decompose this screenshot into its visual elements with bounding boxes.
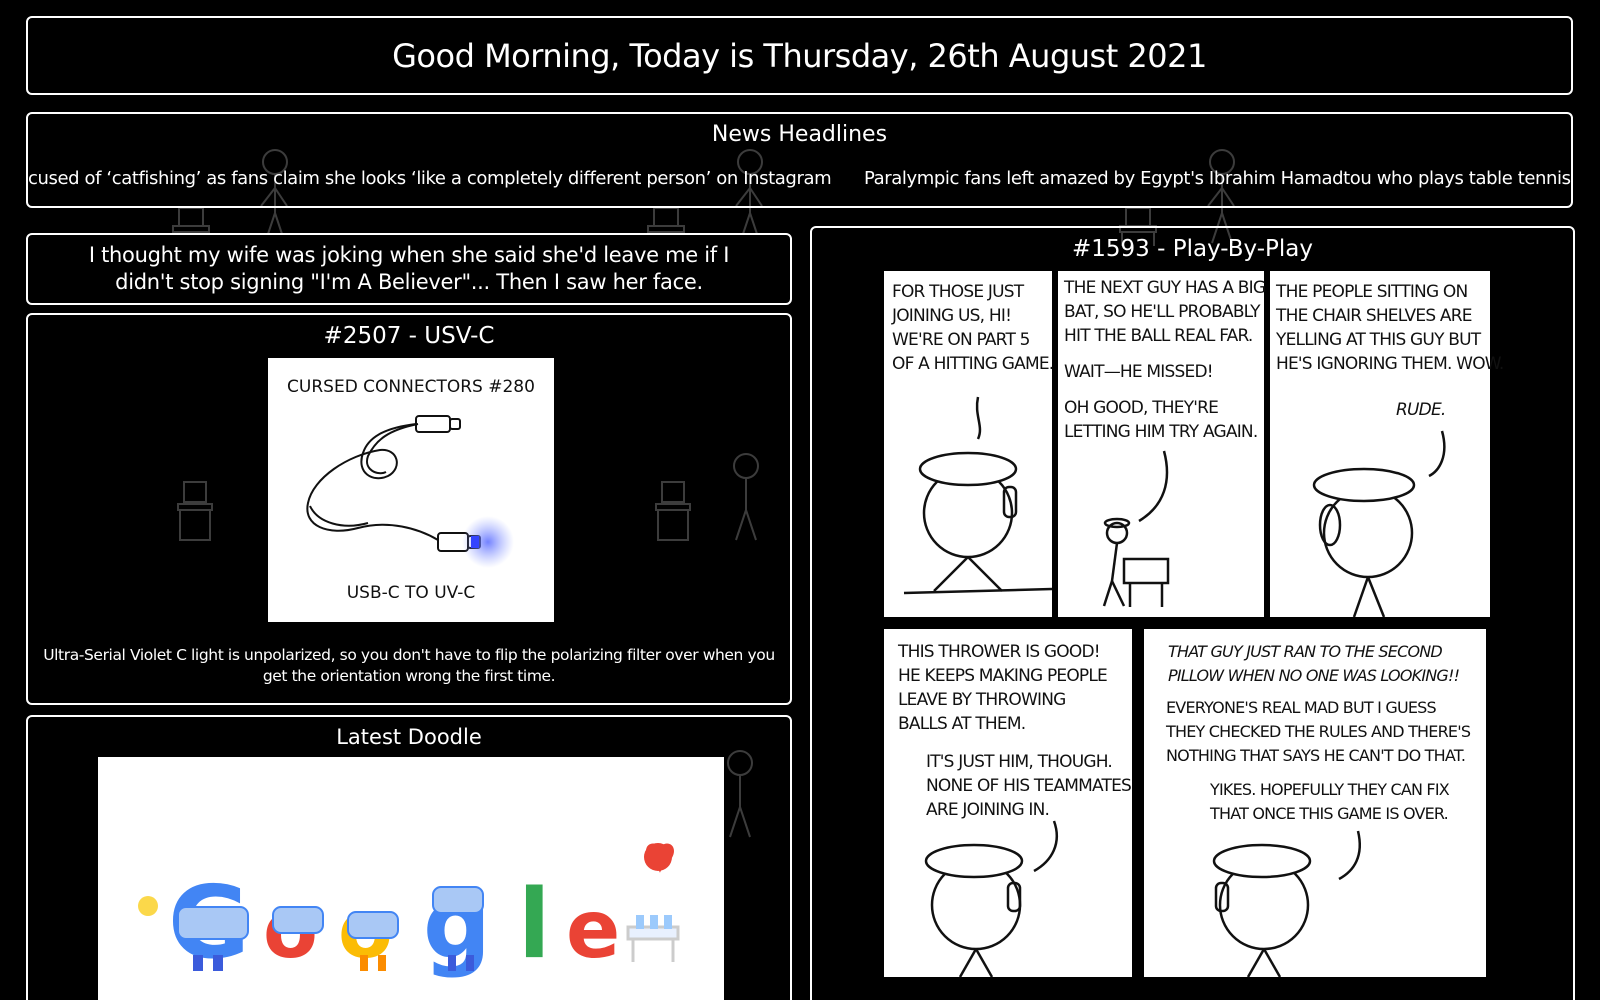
doodle-image[interactable]: G o o g l e	[98, 757, 724, 1000]
news-headline[interactable]: cused of ‘catfishing’ as fans claim she …	[28, 168, 832, 189]
xkcd-comic-title-large[interactable]: #1593 - Play-By-Play	[812, 236, 1573, 262]
joke-panel: I thought my wife was joking when she sa…	[26, 233, 792, 305]
greeting-text: Good Morning, Today is Thursday, 26th Au…	[392, 36, 1207, 75]
xkcd-comic-image-large[interactable]: FOR THOSE JUST JOINING US, HI! WE'RE ON …	[884, 271, 1504, 991]
xkcd-comic-title[interactable]: #2507 - USV-C	[28, 323, 790, 349]
svg-text:l: l	[518, 870, 551, 980]
news-headlines-title: News Headlines	[711, 122, 888, 147]
xkcd-comic-caption: Ultra-Serial Violet C light is unpolariz…	[43, 646, 775, 685]
news-headlines-panel: News Headlines cused of ‘catfishing’ as …	[26, 112, 1573, 208]
svg-text:e: e	[566, 883, 620, 976]
comic-title-text: CURSED CONNECTORS #280	[287, 377, 535, 397]
xkcd-comic-panel: #2507 - USV-C CURSED CONNECTORS #280 USB…	[26, 313, 792, 705]
xkcd-comic-panel-large: #1593 - Play-By-Play FOR THOSE JUST JOIN…	[810, 226, 1575, 1000]
news-headline[interactable]: Paralympic fans left amazed by Egypt's I…	[864, 168, 1571, 189]
comic-panel-5-text: THAT GUY JUST RAN TO THE SECOND PILLOW W…	[1165, 642, 1474, 823]
joke-text: I thought my wife was joking when she sa…	[88, 243, 730, 294]
greeting-banner: Good Morning, Today is Thursday, 26th Au…	[26, 16, 1573, 95]
comic-label-text: USB-C TO UV-C	[347, 583, 476, 603]
xkcd-comic-image[interactable]: CURSED CONNECTORS #280 USB-C TO UV-C	[268, 358, 554, 622]
latest-doodle-title: Latest Doodle	[336, 725, 482, 749]
latest-doodle-panel: Latest Doodle G o o g l e	[26, 715, 792, 1000]
